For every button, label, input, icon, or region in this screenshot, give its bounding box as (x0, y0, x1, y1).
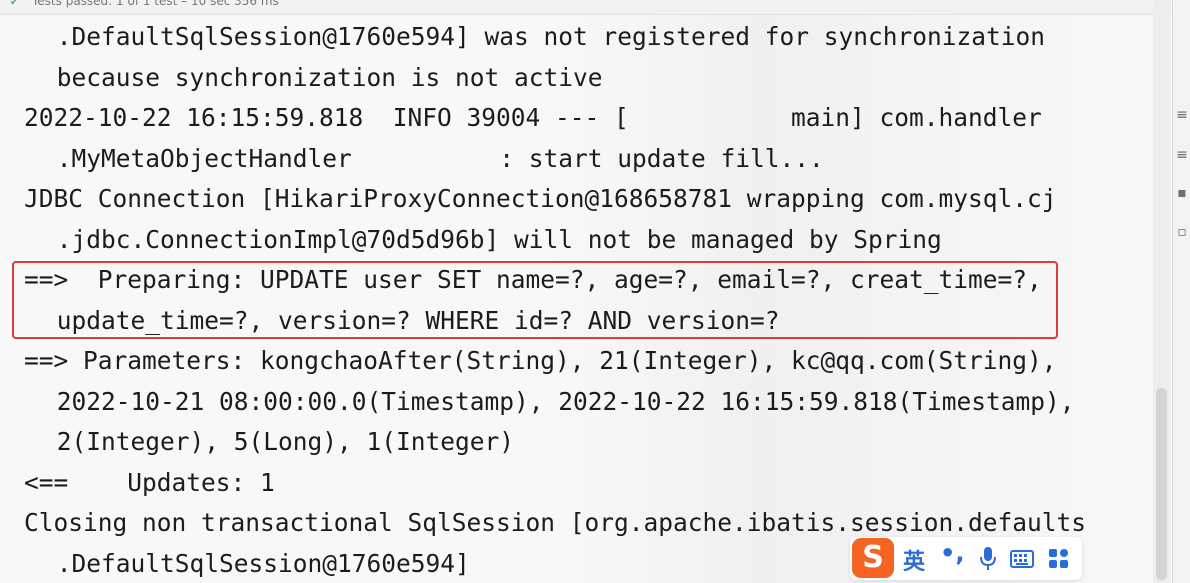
console-line: <== Updates: 1 (24, 467, 275, 497)
console-line: 2022-10-22 16:15:59.818 INFO 39004 --- [… (24, 103, 1042, 132)
microphone-icon[interactable] (978, 546, 998, 572)
console-line: .jdbc.ConnectionImpl@70d5d96b] will not … (42, 224, 942, 254)
console-line: .DefaultSqlSession@1760e594] was not reg… (42, 22, 1046, 51)
toolbox-grid-icon[interactable] (1048, 548, 1070, 570)
console-line: .MyMetaObjectHandler : start update fill… (42, 143, 824, 173)
punctuation-icon[interactable]: •, (940, 539, 964, 567)
console-line: update_time=?, version=? WHERE id=? AND … (42, 305, 780, 335)
keyboard-icon[interactable] (1010, 549, 1034, 569)
test-status-text: Tests passed: 1 of 1 test – 10 sec 356 m… (32, 0, 279, 8)
ide-console-window: ✔ Tests passed: 1 of 1 test – 10 sec 356… (0, 0, 1190, 583)
console-line: JDBC Connection [HikariProxyConnection@1… (24, 184, 1057, 213)
ime-toolbar[interactable]: S 英 •, (850, 537, 1082, 580)
print-icon[interactable]: ▪ (1175, 183, 1189, 203)
console-line: 2(Integer), 5(Long), 1(Integer) (42, 427, 515, 456)
soft-wrap-icon[interactable]: ≡ (1175, 105, 1189, 125)
console-line: because synchronization is not active (42, 62, 603, 92)
console-line: ==> Preparing: UPDATE user SET name=?, a… (24, 265, 1042, 294)
scrollbar-thumb[interactable] (1156, 388, 1167, 580)
language-toggle-icon[interactable]: 英 (903, 544, 925, 576)
console-side-toolbar: ≡ ≡ ▪ ▫ (1172, 0, 1190, 583)
console-output[interactable]: .DefaultSqlSession@1760e594] was not reg… (0, 17, 1172, 583)
check-icon: ✔ (10, 0, 19, 8)
test-status-bar: ✔ Tests passed: 1 of 1 test – 10 sec 356… (0, 0, 1172, 15)
console-line: 2022-10-21 08:00:00.0(Timestamp), 2022-1… (42, 386, 1075, 416)
scroll-to-end-icon[interactable]: ≡ (1175, 145, 1189, 165)
clear-all-icon[interactable]: ▫ (1175, 222, 1189, 242)
console-line: ==> Parameters: kongchaoAfter(String), 2… (24, 346, 1057, 375)
sogou-logo-icon[interactable]: S (852, 538, 894, 578)
vertical-scrollbar[interactable] (1153, 0, 1170, 583)
